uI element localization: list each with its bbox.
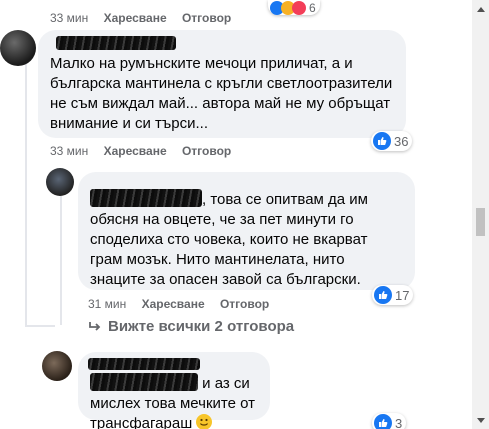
comment-text-wrap: и аз си мислех това мечките от трансфага… xyxy=(90,360,258,429)
like-link[interactable]: Харесване xyxy=(104,11,167,25)
top-reactions[interactable]: 6 xyxy=(268,0,320,15)
avatar[interactable] xyxy=(0,30,36,66)
love-icon xyxy=(292,0,306,15)
like-icon xyxy=(373,132,391,150)
comment-bubble: и аз си мислех това мечките от трансфага… xyxy=(78,352,270,429)
reply-reactions[interactable]: 17 xyxy=(372,285,414,305)
reaction-count: 36 xyxy=(394,133,409,149)
reply-time: 31 мин xyxy=(88,297,127,311)
thread-line-reply xyxy=(60,195,62,325)
comment-reactions[interactable]: 36 xyxy=(371,131,413,151)
view-all-replies-label: Вижте всички 2 отговора xyxy=(108,318,295,335)
scrollbar[interactable] xyxy=(472,0,489,429)
mentioned-name-redacted[interactable] xyxy=(90,373,198,391)
top-comment-meta: 33 мин Харесване Отговор xyxy=(50,11,243,25)
like-link[interactable]: Харесване xyxy=(142,297,205,311)
avatar[interactable] xyxy=(42,351,72,381)
thread-line-curve xyxy=(25,325,55,327)
smile-emoji-icon xyxy=(196,414,213,429)
scroll-down-icon[interactable] xyxy=(476,415,485,425)
avatar[interactable] xyxy=(46,168,74,196)
thread-line-main xyxy=(25,60,27,325)
commenter-name-redacted[interactable] xyxy=(88,358,200,370)
comment-time: 33 мин xyxy=(50,144,89,158)
like-icon xyxy=(374,286,392,304)
like-icon xyxy=(374,414,392,429)
reply-arrow-icon xyxy=(88,321,102,333)
comment-time: 33 мин xyxy=(50,11,89,25)
reply-link[interactable]: Отговор xyxy=(182,144,231,158)
reaction-count: 3 xyxy=(395,415,403,429)
like-link[interactable]: Харесване xyxy=(104,144,167,158)
reaction-count: 6 xyxy=(309,0,316,15)
reply-bubble: , това се опитвам да им обясня на овцете… xyxy=(78,172,415,290)
view-all-replies-link[interactable]: Вижте всички 2 отговора xyxy=(88,318,294,335)
scroll-thumb[interactable] xyxy=(476,208,485,236)
scroll-up-icon[interactable] xyxy=(476,4,485,14)
reply-link[interactable]: Отговор xyxy=(220,297,269,311)
reply-text-wrap: , това се опитвам да им обясня на овцете… xyxy=(90,181,403,290)
commenter-name-redacted[interactable] xyxy=(56,36,176,50)
reply-link[interactable]: Отговор xyxy=(182,11,231,25)
comment-reactions[interactable]: 3 xyxy=(372,413,407,429)
reaction-count: 17 xyxy=(395,287,410,303)
reply-meta: 31 мин Харесване Отговор xyxy=(88,297,281,311)
mentioned-name-redacted[interactable] xyxy=(90,189,202,207)
comment-meta: 33 мин Харесване Отговор xyxy=(50,144,243,158)
comment-text: Малко на румънските мечоци приличат, а и… xyxy=(50,55,393,132)
comment-bubble: Малко на румънските мечоци приличат, а и… xyxy=(38,30,406,138)
